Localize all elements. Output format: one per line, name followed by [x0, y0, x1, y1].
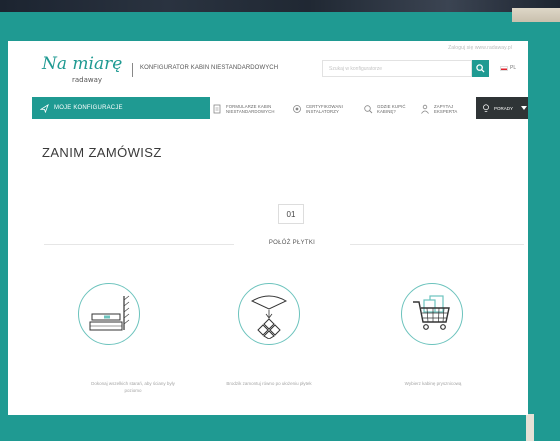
language-selector[interactable]: PL: [500, 65, 516, 71]
step-level-caption-2: poziomo: [124, 388, 142, 393]
chevron-down-icon: [521, 106, 528, 110]
tips-label: PORADY: [494, 105, 514, 111]
search-input[interactable]: Szukaj w konfiguratorze: [322, 60, 472, 77]
step-number: 01: [278, 204, 304, 224]
background-photo-strip: [526, 414, 534, 441]
flag-pl-icon: [500, 65, 508, 71]
logo[interactable]: Na miarę radaway: [42, 55, 124, 91]
language-label: PL: [510, 65, 517, 71]
step-tiles-circle: [238, 283, 300, 345]
step-level-caption-1: Dokonaj wszelkich starań, aby ściany był…: [91, 381, 175, 386]
nav-forms-label-2: NIESTANDARDOWYCH: [226, 109, 275, 114]
login-link[interactable]: Zaloguj się www.radaway.pl: [448, 45, 512, 51]
tagline: KONFIGURATOR KABIN NIESTANDARDOWYCH: [140, 65, 279, 71]
search-icon: [476, 64, 485, 73]
divider-left: [44, 244, 234, 245]
search-button[interactable]: [472, 60, 489, 77]
header-separator: [132, 63, 133, 77]
step-tiles-caption: Brodzik zamontuj równo po ułożeniu płyte…: [194, 380, 344, 387]
plane-icon: [40, 103, 49, 113]
nav-item-forms[interactable]: FORMULARZE KABIN NIESTANDARDOWYCH: [212, 100, 275, 118]
tiles-icon: [250, 295, 288, 339]
cart-icon: [413, 295, 450, 330]
nav-item-installers[interactable]: CERTYFIKOWANI INSTALATORZY: [292, 100, 343, 118]
page-title: ZANIM ZAMÓWISZ: [42, 145, 162, 160]
my-configurations-label: MOJE KONFIGURACJE: [54, 105, 123, 111]
tips-dropdown-button[interactable]: PORADY: [476, 97, 528, 119]
background-photo-corner: [512, 8, 560, 22]
lightbulb-icon: [483, 103, 489, 112]
step-cart-circle: [401, 283, 463, 345]
step-level-circle: [78, 283, 140, 345]
nav-installers-label-2: INSTALATORZY: [306, 109, 339, 114]
nav-where-label-2: KABINĘ?: [377, 109, 396, 114]
form-icon: [212, 104, 222, 114]
expert-icon: [420, 104, 430, 114]
step-cart-caption-1: Wybierz kabinę prysznicową: [404, 381, 462, 386]
level-icon: [89, 295, 130, 331]
main-nav: MOJE KONFIGURACJE FORMULARZE KABIN NIEST…: [8, 97, 528, 119]
logo-brand-text: radaway: [72, 76, 103, 84]
search-store-icon: [363, 104, 373, 114]
divider-right: [350, 244, 524, 245]
configurator-page: Zaloguj się www.radaway.pl Na miarę rada…: [8, 41, 528, 415]
nav-expert-label-2: EKSPERTA: [434, 109, 458, 114]
certificate-icon: [292, 104, 302, 114]
my-configurations-button[interactable]: MOJE KONFIGURACJE: [32, 97, 210, 119]
nav-item-ask-expert[interactable]: ZAPYTAJ EKSPERTA: [420, 100, 457, 118]
nav-item-where-to-buy[interactable]: GDZIE KUPIĆ KABINĘ?: [363, 100, 406, 118]
step-title: POŁÓŻ PŁYTKI: [268, 240, 316, 246]
step-cart-caption: Wybierz kabinę prysznicową: [358, 380, 508, 387]
step-level-caption: Dokonaj wszelkich starań, aby ściany był…: [58, 380, 208, 394]
step-tiles-caption-1: Brodzik zamontuj równo po ułożeniu płyte…: [226, 381, 312, 386]
logo-main-text: Na miarę: [42, 54, 123, 74]
background-photo-top: [0, 0, 560, 12]
